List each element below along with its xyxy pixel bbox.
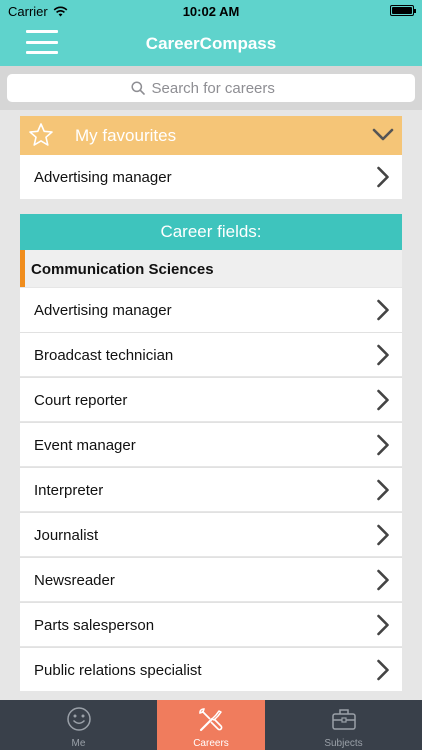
page-title: CareerCompass	[145, 34, 277, 53]
tab-label: Me	[71, 738, 86, 749]
favourites-header[interactable]: My favourites	[20, 116, 402, 155]
career-label: Advertising manager	[34, 169, 172, 186]
chevron-right-icon	[377, 479, 389, 501]
tab-label: Subjects	[324, 738, 363, 749]
favourite-item[interactable]: Advertising manager	[20, 155, 402, 199]
career-label: Public relations specialist	[34, 662, 202, 679]
smiley-icon	[66, 707, 91, 731]
search-icon	[130, 81, 145, 95]
career-label: Parts salesperson	[34, 617, 155, 634]
briefcase-icon	[331, 709, 356, 730]
career-label: Event manager	[34, 437, 136, 454]
career-item[interactable]: Interpreter	[20, 467, 402, 511]
career-label: Broadcast technician	[34, 347, 174, 364]
tab-careers[interactable]: Careers	[157, 700, 265, 750]
career-item[interactable]: Advertising manager	[20, 288, 402, 332]
tools-icon	[199, 708, 223, 732]
chevron-right-icon	[377, 614, 389, 636]
career-item[interactable]: Event manager	[20, 422, 402, 466]
nav-bar: CareerCompass	[0, 22, 422, 66]
battery-icon	[390, 5, 416, 16]
career-item[interactable]: Court reporter	[20, 377, 402, 421]
career-label: Advertising manager	[34, 302, 172, 319]
search-field[interactable]	[7, 74, 415, 102]
tab-subjects[interactable]: Subjects	[265, 700, 422, 750]
tab-me[interactable]: Me	[0, 700, 157, 750]
career-item[interactable]: Journalist	[20, 512, 402, 556]
chevron-right-icon	[377, 299, 389, 321]
career-label: Court reporter	[34, 392, 128, 409]
search-bar	[0, 66, 422, 110]
chevron-right-icon	[377, 659, 389, 681]
chevron-right-icon	[377, 434, 389, 456]
career-label: Journalist	[34, 527, 99, 544]
chevron-right-icon	[377, 344, 389, 366]
career-item[interactable]: Broadcast technician	[20, 332, 402, 376]
tab-label: Careers	[193, 738, 229, 749]
career-item[interactable]: Newsreader	[20, 557, 402, 601]
status-bar: Carrier 10:02 AM	[0, 0, 422, 22]
search-input[interactable]	[151, 79, 292, 97]
chevron-right-icon	[377, 569, 389, 591]
career-item[interactable]: Public relations specialist	[20, 647, 402, 691]
section-title: Communication Sciences	[31, 261, 214, 278]
chevron-down-icon[interactable]	[372, 128, 394, 142]
career-item[interactable]: Parts salesperson	[20, 602, 402, 646]
careers-list: My favourites Advertising manager Career…	[0, 110, 422, 700]
status-time: 10:02 AM	[182, 4, 240, 19]
career-label: Newsreader	[34, 572, 115, 589]
section-header: Communication Sciences	[20, 250, 402, 287]
tab-bar: Me Careers Subjects	[0, 700, 422, 750]
career-label: Interpreter	[34, 482, 104, 499]
chevron-right-icon	[377, 524, 389, 546]
chevron-right-icon	[377, 389, 389, 411]
menu-line	[26, 30, 58, 33]
chevron-right-icon	[377, 166, 389, 188]
favourites-title: My favourites	[75, 126, 177, 145]
star-icon	[29, 123, 53, 146]
career-fields-header: Career fields:	[20, 214, 402, 250]
